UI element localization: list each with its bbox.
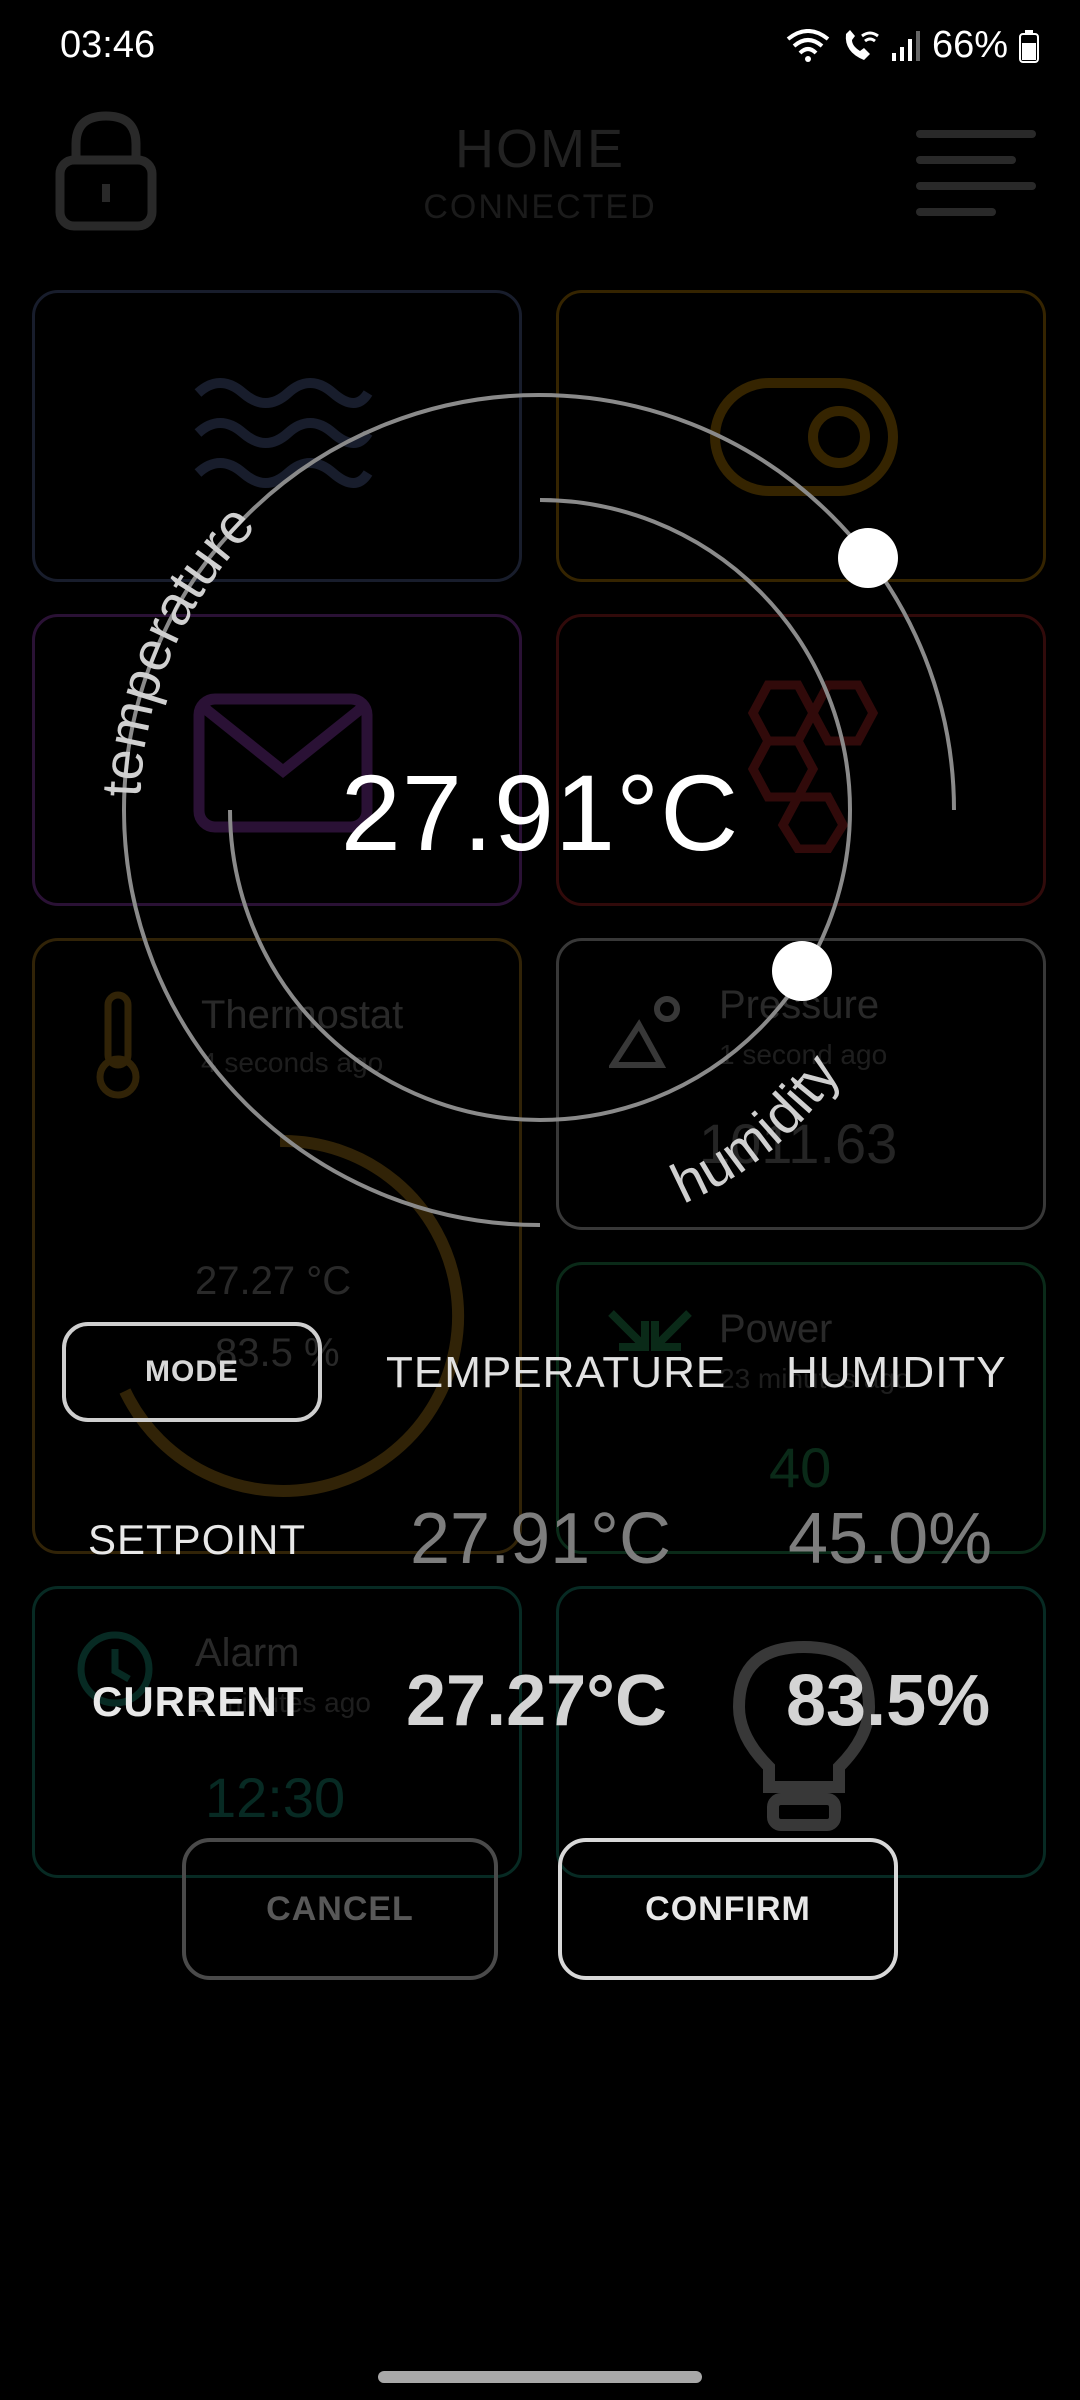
alarm-value: 12:30 — [205, 1766, 346, 1829]
humidity-arc-label: humidity — [661, 1042, 851, 1215]
setpoint-label: SETPOINT — [88, 1516, 307, 1563]
current-humidity: 83.5% — [786, 1661, 991, 1741]
power-value: 40 — [769, 1436, 832, 1499]
cancel-button[interactable]: CANCEL — [182, 1838, 498, 1980]
setpoint-dial[interactable]: temperature humidity — [0, 0, 1080, 1320]
humidity-handle[interactable] — [772, 941, 832, 1001]
temperature-handle[interactable] — [838, 528, 898, 588]
current-temperature: 27.27°C — [406, 1661, 667, 1741]
alarm-name: Alarm — [195, 1631, 300, 1675]
column-temperature: TEMPERATURE — [386, 1348, 727, 1397]
setpoint-temperature: 27.91°C — [410, 1499, 671, 1579]
mode-button[interactable]: MODE — [62, 1322, 322, 1422]
home-indicator[interactable] — [378, 2371, 702, 2383]
setpoint-humidity: 45.0% — [788, 1499, 993, 1579]
confirm-button[interactable]: CONFIRM — [558, 1838, 898, 1980]
current-label: CURRENT — [92, 1678, 305, 1725]
dial-readout: 27.91°C — [340, 752, 740, 873]
column-humidity: HUMIDITY — [786, 1348, 1007, 1397]
